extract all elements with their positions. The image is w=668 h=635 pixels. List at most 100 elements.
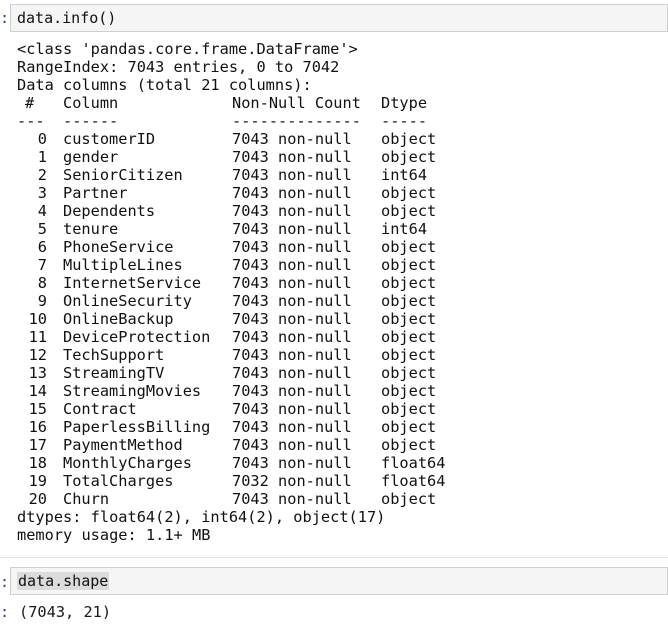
row-non-null: 7043 non-null <box>232 400 352 418</box>
row-num: 18 <box>28 454 47 472</box>
row-non-null: 7032 non-null <box>232 472 352 490</box>
row-non-null: 7043 non-null <box>232 148 352 166</box>
row-num: 16 <box>28 418 47 436</box>
row-non-null: 7043 non-null <box>232 310 352 328</box>
row-dtype: object <box>381 490 437 508</box>
table-row: 1 gender 7043 non-null object <box>17 148 657 166</box>
row-num: 13 <box>28 364 47 382</box>
table-row: 11 DeviceProtection 7043 non-null object <box>17 328 657 346</box>
row-dtype: object <box>381 382 437 400</box>
row-dtype: object <box>381 256 437 274</box>
row-column: OnlineSecurity <box>63 292 192 310</box>
row-column: MonthlyCharges <box>63 454 192 472</box>
table-row: 17 PaymentMethod 7043 non-null object <box>17 436 657 454</box>
cell-2-prompt: : <box>0 573 10 591</box>
cell-2-code[interactable]: data.shape <box>17 572 110 590</box>
row-dtype: object <box>381 148 437 166</box>
row-column: InternetService <box>63 274 202 292</box>
underline-dtype: ----- <box>381 112 428 130</box>
cell-divider <box>0 557 668 558</box>
row-non-null: 7043 non-null <box>232 364 352 382</box>
row-num: 4 <box>37 202 47 220</box>
cell-1-prompt: : <box>0 9 10 27</box>
cell-1-output: <class 'pandas.core.frame.DataFrame'> Ra… <box>17 40 657 544</box>
cell-1-input[interactable]: data.info() <box>10 4 668 32</box>
table-row: 12 TechSupport 7043 non-null object <box>17 346 657 364</box>
table-row: 14 StreamingMovies 7043 non-null object <box>17 382 657 400</box>
class-line: <class 'pandas.core.frame.DataFrame'> <box>17 40 358 58</box>
row-dtype: float64 <box>381 454 446 472</box>
row-dtype: object <box>381 202 437 220</box>
row-non-null: 7043 non-null <box>232 274 352 292</box>
table-row: 7 MultipleLines 7043 non-null object <box>17 256 657 274</box>
row-column: OnlineBackup <box>63 310 174 328</box>
row-dtype: float64 <box>381 472 446 490</box>
row-column: PaymentMethod <box>63 436 183 454</box>
row-non-null: 7043 non-null <box>232 220 352 238</box>
row-dtype: object <box>381 400 437 418</box>
row-dtype: object <box>381 436 437 454</box>
table-row: 19 TotalCharges 7032 non-null float64 <box>17 472 657 490</box>
table-row: 2 SeniorCitizen 7043 non-null int64 <box>17 166 657 184</box>
table-row: 3 Partner 7043 non-null object <box>17 184 657 202</box>
row-column: Dependents <box>63 202 156 220</box>
table-underline: --- ------ -------------- ----- <box>17 112 657 130</box>
row-column: PaperlessBilling <box>63 418 211 436</box>
shape-output: (7043, 21) <box>19 603 112 621</box>
row-column: DeviceProtection <box>63 328 211 346</box>
row-dtype: int64 <box>381 166 428 184</box>
row-non-null: 7043 non-null <box>232 436 352 454</box>
info-rows: 0 customerID 7043 non-null object 1 gender 704… <box>17 130 657 508</box>
row-num: 20 <box>28 490 47 508</box>
table-row: 20 Churn 7043 non-null object <box>17 490 657 508</box>
table-row: 4 Dependents 7043 non-null object <box>17 202 657 220</box>
table-row: 13 StreamingTV 7043 non-null object <box>17 364 657 382</box>
row-column: StreamingTV <box>63 364 165 382</box>
row-dtype: object <box>381 328 437 346</box>
row-num: 8 <box>37 274 47 292</box>
cell-1-code[interactable]: data.info() <box>17 9 116 27</box>
row-num: 10 <box>28 310 47 328</box>
row-column: SeniorCitizen <box>63 166 183 184</box>
data-columns-line: Data columns (total 21 columns): <box>17 76 312 94</box>
row-non-null: 7043 non-null <box>232 328 352 346</box>
dtypes-line: dtypes: float64(2), int64(2), object(17) <box>17 508 386 526</box>
row-non-null: 7043 non-null <box>232 256 352 274</box>
row-dtype: object <box>381 364 437 382</box>
row-num: 3 <box>37 184 47 202</box>
cell-2-input[interactable]: data.shape <box>10 567 668 595</box>
row-num: 15 <box>28 400 47 418</box>
header-column: Column <box>63 94 119 112</box>
table-row: 9 OnlineSecurity 7043 non-null object <box>17 292 657 310</box>
row-non-null: 7043 non-null <box>232 166 352 184</box>
table-row: 18 MonthlyCharges 7043 non-null float64 <box>17 454 657 472</box>
row-num: 6 <box>37 238 47 256</box>
row-column: Partner <box>63 184 128 202</box>
row-column: TechSupport <box>63 346 165 364</box>
row-num: 1 <box>37 148 47 166</box>
row-num: 9 <box>37 292 47 310</box>
row-non-null: 7043 non-null <box>232 238 352 256</box>
row-column: customerID <box>63 130 156 148</box>
row-num: 11 <box>28 328 47 346</box>
row-num: 0 <box>37 130 47 148</box>
row-dtype: object <box>381 310 437 328</box>
row-num: 12 <box>28 346 47 364</box>
row-dtype: object <box>381 238 437 256</box>
table-row: 10 OnlineBackup 7043 non-null object <box>17 310 657 328</box>
table-row: 6 PhoneService 7043 non-null object <box>17 238 657 256</box>
row-non-null: 7043 non-null <box>232 454 352 472</box>
row-non-null: 7043 non-null <box>232 292 352 310</box>
row-non-null: 7043 non-null <box>232 184 352 202</box>
row-non-null: 7043 non-null <box>232 490 352 508</box>
row-column: MultipleLines <box>63 256 183 274</box>
row-num: 17 <box>28 436 47 454</box>
row-dtype: object <box>381 130 437 148</box>
row-non-null: 7043 non-null <box>232 346 352 364</box>
row-column: tenure <box>63 220 119 238</box>
underline-non-null: -------------- <box>232 112 361 130</box>
row-dtype: object <box>381 346 437 364</box>
row-non-null: 7043 non-null <box>232 418 352 436</box>
row-dtype: object <box>381 418 437 436</box>
row-dtype: object <box>381 274 437 292</box>
